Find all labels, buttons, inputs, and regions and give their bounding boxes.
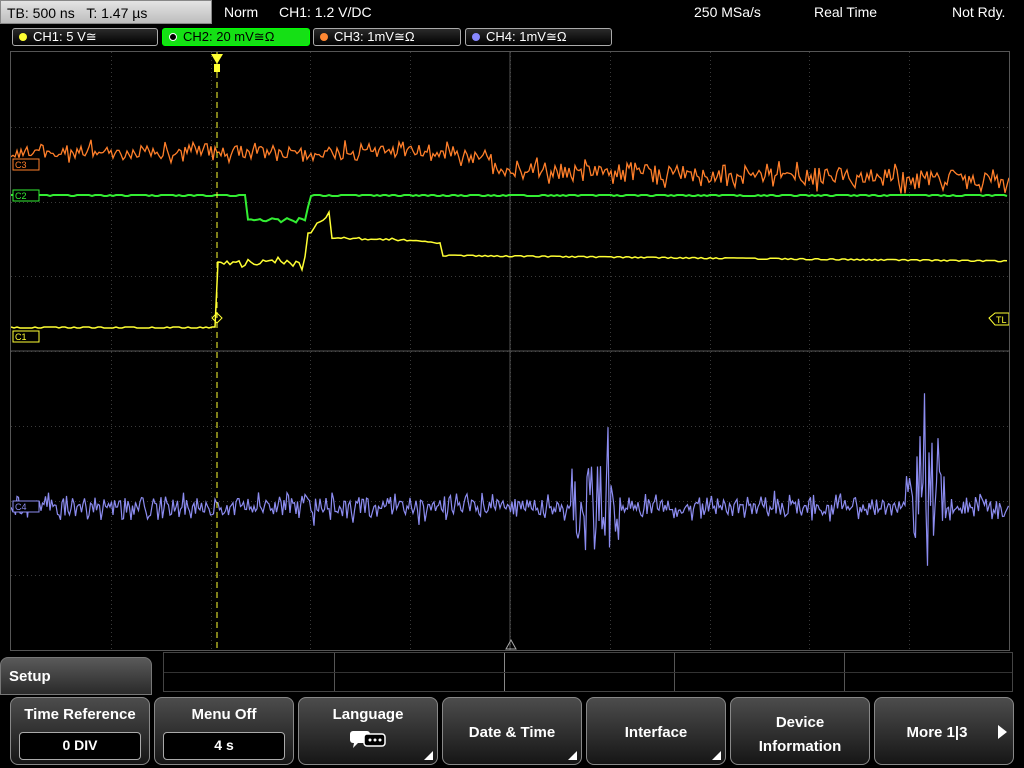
channel-1-button[interactable]: CH1: 5 V≅: [12, 28, 158, 46]
menu-off-value[interactable]: 4 s: [163, 732, 285, 760]
trigger-source-value: CH1: 1.2 V: [279, 4, 348, 20]
graticule: [11, 52, 1009, 650]
channel-3-label: CH3: 1mV≅Ω: [334, 29, 415, 44]
channel-3-marker-label: C3: [15, 160, 27, 170]
device-information-label-2: Information: [758, 738, 842, 755]
channel-2-marker-label: C2: [15, 191, 27, 201]
acquisition-mode: Real Time: [814, 4, 878, 20]
channel-1-trace: [11, 209, 1008, 329]
channel-1-dot-icon: [19, 33, 27, 41]
channel-2-label: CH2: 20 mV≅Ω: [183, 29, 275, 44]
submenu-corner-icon: [424, 751, 433, 760]
more-label: More 1|3: [906, 724, 968, 741]
channel-4-button[interactable]: CH4: 1mV≅Ω: [465, 28, 612, 46]
device-information-label-1: Device: [775, 714, 825, 731]
trigger-source[interactable]: CH1: 1.2 V/DC: [279, 0, 372, 24]
date-time-label: Date & Time: [468, 724, 556, 741]
timebase-value: TB: 500 ns: [7, 5, 75, 21]
trigger-slope-coupling: /DC: [347, 4, 372, 20]
submenu-corner-icon: [712, 751, 721, 760]
channel-2-dot-icon: [169, 33, 177, 41]
waveform-canvas: C3 C2 C1 C4 TL: [11, 52, 1009, 650]
interface-label: Interface: [624, 724, 688, 741]
speech-bubble-icon: [350, 731, 386, 748]
menu-info-area: [163, 652, 1013, 692]
language-label: Language: [332, 706, 404, 723]
interface-button[interactable]: Interface: [586, 697, 726, 765]
trigger-level-label: TL: [996, 315, 1007, 325]
trigger-mode[interactable]: Norm: [224, 0, 258, 24]
device-information-button[interactable]: Device Information: [730, 697, 870, 765]
waveform-display[interactable]: C3 C2 C1 C4 TL: [10, 51, 1010, 651]
channel-2-button[interactable]: CH2: 20 mV≅Ω: [162, 28, 310, 46]
channel-4-dot-icon: [472, 33, 480, 41]
menu-off-label: Menu Off: [191, 706, 257, 723]
more-button[interactable]: More 1|3: [874, 697, 1014, 765]
channel-4-marker[interactable]: C4: [12, 500, 40, 513]
timebase-box[interactable]: TB: 500 ns T: 1.47 µs: [0, 0, 212, 24]
trigger-level-marker[interactable]: TL: [988, 312, 1009, 326]
menu-off-button[interactable]: Menu Off 4 s: [154, 697, 294, 765]
channel-bar: CH1: 5 V≅ CH2: 20 mV≅Ω CH3: 1mV≅Ω CH4: 1…: [0, 27, 1024, 49]
trigger-time-value: T: 1.47 µs: [86, 5, 148, 21]
channel-3-dot-icon: [320, 33, 328, 41]
play-arrow-icon: [998, 725, 1007, 739]
channel-1-label: CH1: 5 V≅: [33, 29, 97, 44]
date-time-button[interactable]: Date & Time: [442, 697, 582, 765]
channel-1-marker-label: C1: [15, 332, 27, 342]
channel-4-label: CH4: 1mV≅Ω: [486, 29, 567, 44]
channel-2-trace: [11, 193, 1008, 224]
channel-4-marker-label: C4: [15, 502, 27, 512]
submenu-corner-icon: [568, 751, 577, 760]
acquisition-state: Not Rdy.: [952, 4, 1006, 20]
sample-rate: 250 MSa/s: [694, 4, 761, 20]
channel-3-marker[interactable]: C3: [12, 158, 40, 171]
trigger-position-marker-icon[interactable]: [211, 54, 223, 64]
softkey-bar: Time Reference 0 DIV Menu Off 4 s Langua…: [0, 695, 1024, 768]
time-reference-button[interactable]: Time Reference 0 DIV: [10, 697, 150, 765]
trigger-position-stem: [214, 64, 220, 72]
time-reference-label: Time Reference: [24, 706, 136, 723]
channel-3-button[interactable]: CH3: 1mV≅Ω: [313, 28, 461, 46]
language-button[interactable]: Language: [298, 697, 438, 765]
status-bar: TB: 500 ns T: 1.47 µs Norm CH1: 1.2 V/DC…: [0, 0, 1024, 26]
setup-menu-tab[interactable]: Setup: [0, 657, 152, 695]
time-reference-value[interactable]: 0 DIV: [19, 732, 141, 760]
channel-2-marker[interactable]: C2: [12, 189, 40, 202]
channel-1-marker[interactable]: C1: [12, 330, 40, 343]
